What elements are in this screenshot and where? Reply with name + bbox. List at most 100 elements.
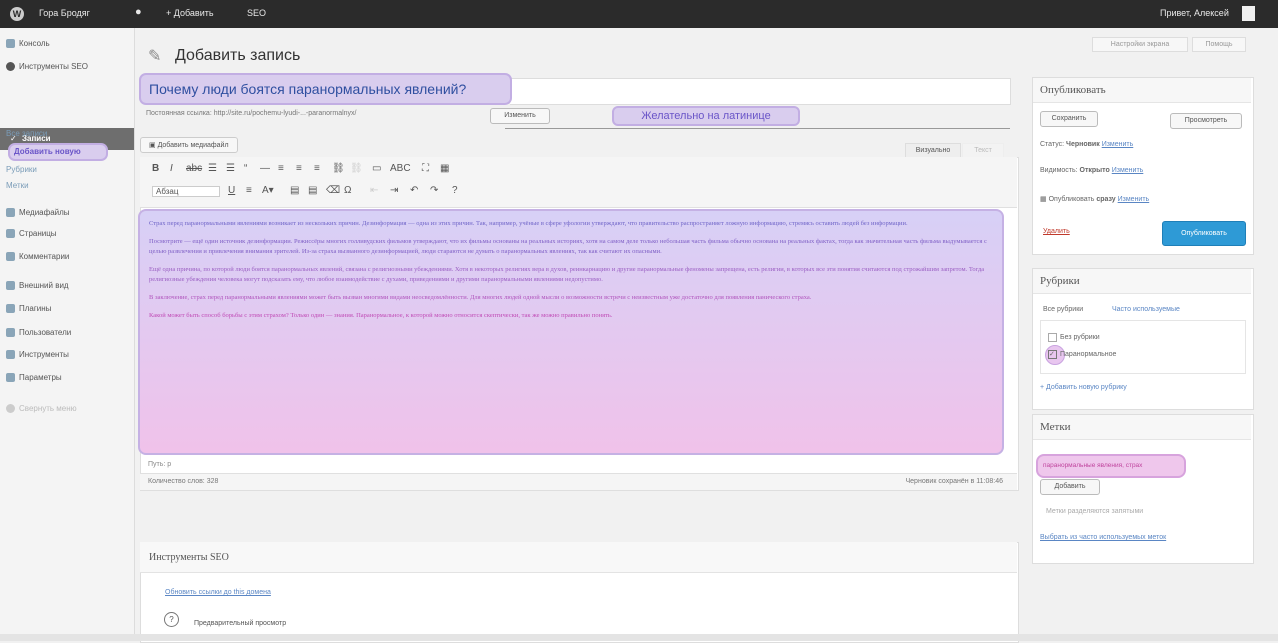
align-center-icon[interactable]: ≡	[296, 163, 302, 174]
sidebar-item-users[interactable]: Пользователи	[6, 328, 71, 337]
speech-bubble-icon[interactable]: ●	[135, 6, 142, 18]
permalink-edit-button[interactable]: Изменить	[490, 108, 550, 124]
sidebar-sub-tags[interactable]: Метки	[6, 181, 29, 190]
preview-button[interactable]: Просмотреть	[1170, 113, 1242, 129]
add-media-button[interactable]: ▣ Добавить медиафайл	[140, 137, 238, 153]
publish-when-row: ▦ Опубликовать сразу Изменить	[1040, 195, 1149, 203]
content-paragraph: Страх перед паранормальными явлениями во…	[149, 220, 908, 227]
publish-when-edit-link[interactable]: Изменить	[1118, 196, 1150, 203]
underline-icon[interactable]: U	[228, 185, 235, 196]
undo-icon[interactable]: ↶	[410, 185, 418, 196]
bullet-list-icon[interactable]: ☰	[208, 163, 217, 174]
seo-menu-link[interactable]: SEO	[247, 8, 266, 18]
tags-input[interactable]: паранормальные явления, страх	[1043, 462, 1179, 469]
kitchen-sink-icon[interactable]: ▦	[440, 163, 449, 174]
sidebar-item-seo[interactable]: Инструменты SEO	[6, 62, 116, 71]
comments-icon	[6, 252, 15, 261]
bold-icon[interactable]: B	[152, 163, 159, 174]
spellcheck-icon[interactable]: ABC	[390, 163, 411, 174]
sidebar-item-settings[interactable]: Параметры	[6, 373, 62, 382]
editor-content[interactable]: Страх перед паранормальными явлениями во…	[138, 209, 1004, 455]
fullscreen-icon[interactable]: ⛶	[422, 163, 429, 174]
sidebar-sub-add-new[interactable]: Добавить новую	[14, 147, 81, 156]
hr-icon[interactable]: —	[260, 163, 270, 174]
pin-icon: ✎	[148, 48, 162, 65]
sidebar-item-label: Свернуть меню	[19, 404, 77, 413]
tags-panel-title: Метки	[1040, 421, 1071, 433]
add-new-link[interactable]: + Добавить	[166, 8, 214, 18]
align-right-icon[interactable]: ≡	[314, 163, 320, 174]
category-item[interactable]: Без рубрики	[1048, 333, 1100, 342]
visibility-label: Видимость:	[1040, 167, 1078, 174]
status-row: Статус: Черновик Изменить	[1040, 141, 1133, 148]
avatar[interactable]	[1242, 6, 1255, 21]
sidebar-item-tools[interactable]: Инструменты	[6, 350, 69, 359]
status-edit-link[interactable]: Изменить	[1102, 141, 1134, 148]
publish-when-value: сразу	[1096, 196, 1116, 203]
tab-popular-categories[interactable]: Часто используемые	[1112, 306, 1180, 313]
appearance-icon	[6, 281, 15, 290]
sidebar-sub-all-posts[interactable]: Все записи	[6, 129, 47, 138]
more-tag-icon[interactable]: ▭	[372, 163, 381, 174]
help-icon[interactable]: ?	[452, 185, 458, 196]
paste-word-icon[interactable]: ▤	[308, 185, 317, 196]
seo-preview-label: Предварительный просмотр	[194, 620, 287, 627]
help-icon[interactable]: ?	[164, 612, 179, 627]
unlink-icon[interactable]: ⛓	[350, 163, 363, 174]
users-icon	[6, 328, 15, 337]
align-left-icon[interactable]: ≡	[278, 163, 284, 174]
tab-all-categories[interactable]: Все рубрики	[1043, 306, 1083, 313]
categories-panel-title: Рубрики	[1040, 275, 1080, 287]
justify-icon[interactable]: ≡	[246, 185, 252, 196]
title-input-field[interactable]	[510, 78, 1011, 105]
category-item[interactable]: ✓ Паранормальное	[1048, 350, 1116, 359]
visibility-edit-link[interactable]: Изменить	[1112, 167, 1144, 174]
sidebar-sub-categories[interactable]: Рубрики	[6, 165, 37, 174]
sidebar-item-appearance[interactable]: Внешний вид	[6, 281, 69, 290]
special-char-icon[interactable]: Ω	[344, 185, 351, 196]
sidebar-item-label: Пользователи	[19, 328, 72, 337]
draft-saved-status: Черновик сохранён в 11:08:46	[905, 478, 1004, 485]
checkbox-checked[interactable]: ✓	[1048, 350, 1057, 359]
user-greeting[interactable]: Привет, Алексей	[1160, 8, 1229, 18]
checkbox[interactable]	[1048, 333, 1057, 342]
help-button[interactable]: Помощь	[1192, 37, 1246, 52]
sidebar-item-pages[interactable]: Страницы	[6, 229, 57, 238]
outdent-icon[interactable]: ⇤	[370, 185, 378, 196]
add-category-link[interactable]: + Добавить новую рубрику	[1040, 384, 1127, 391]
sidebar-item-label: Консоль	[19, 39, 50, 48]
sidebar-item-plugins[interactable]: Плагины	[6, 304, 51, 313]
numbered-list-icon[interactable]: ☰	[226, 163, 235, 174]
seo-update-link[interactable]: Обновить ссылки до this домена	[165, 589, 271, 596]
media-icon: ▣	[149, 142, 158, 149]
link-icon[interactable]: ⛓	[332, 163, 345, 174]
indent-icon[interactable]: ⇥	[390, 185, 398, 196]
plugins-icon	[6, 304, 15, 313]
redo-icon[interactable]: ↷	[430, 185, 438, 196]
post-title-input[interactable]: Почему люди боятся паранормальных явлени…	[139, 73, 512, 105]
add-tag-button[interactable]: Добавить	[1040, 479, 1100, 495]
sidebar-item-comments[interactable]: Комментарии	[6, 252, 69, 261]
screen-options-button[interactable]: Настройки экрана	[1092, 37, 1188, 52]
annotation-line	[505, 128, 1010, 129]
strikethrough-icon[interactable]: abc	[186, 163, 202, 174]
sidebar-item-label: Комментарии	[19, 252, 70, 261]
publish-button[interactable]: Опубликовать	[1162, 221, 1246, 246]
seo-icon	[6, 62, 15, 71]
blockquote-icon[interactable]: “	[244, 163, 247, 174]
choose-tags-link[interactable]: Выбрать из часто используемых меток	[1040, 534, 1166, 541]
italic-icon[interactable]: I	[170, 163, 173, 174]
wordpress-logo-icon[interactable]: W	[10, 7, 24, 21]
clear-format-icon[interactable]: ⌫	[326, 185, 340, 196]
save-draft-button[interactable]: Сохранить	[1040, 111, 1098, 127]
trash-link[interactable]: Удалить	[1043, 228, 1070, 235]
sidebar-item-media[interactable]: Медиафайлы	[6, 208, 70, 217]
permalink-url[interactable]: http://site.ru/pochemu-lyudi-...-paranor…	[214, 110, 357, 117]
site-name-link[interactable]: Гора Бродяг	[39, 8, 90, 18]
format-select[interactable]: Абзац	[152, 186, 220, 197]
category-label: Без рубрики	[1060, 334, 1100, 341]
sidebar-collapse[interactable]: Свернуть меню	[6, 404, 77, 413]
text-color-icon[interactable]: A▾	[262, 185, 274, 196]
sidebar-item-dashboard[interactable]: Консоль	[6, 39, 50, 48]
paste-text-icon[interactable]: ▤	[290, 185, 299, 196]
